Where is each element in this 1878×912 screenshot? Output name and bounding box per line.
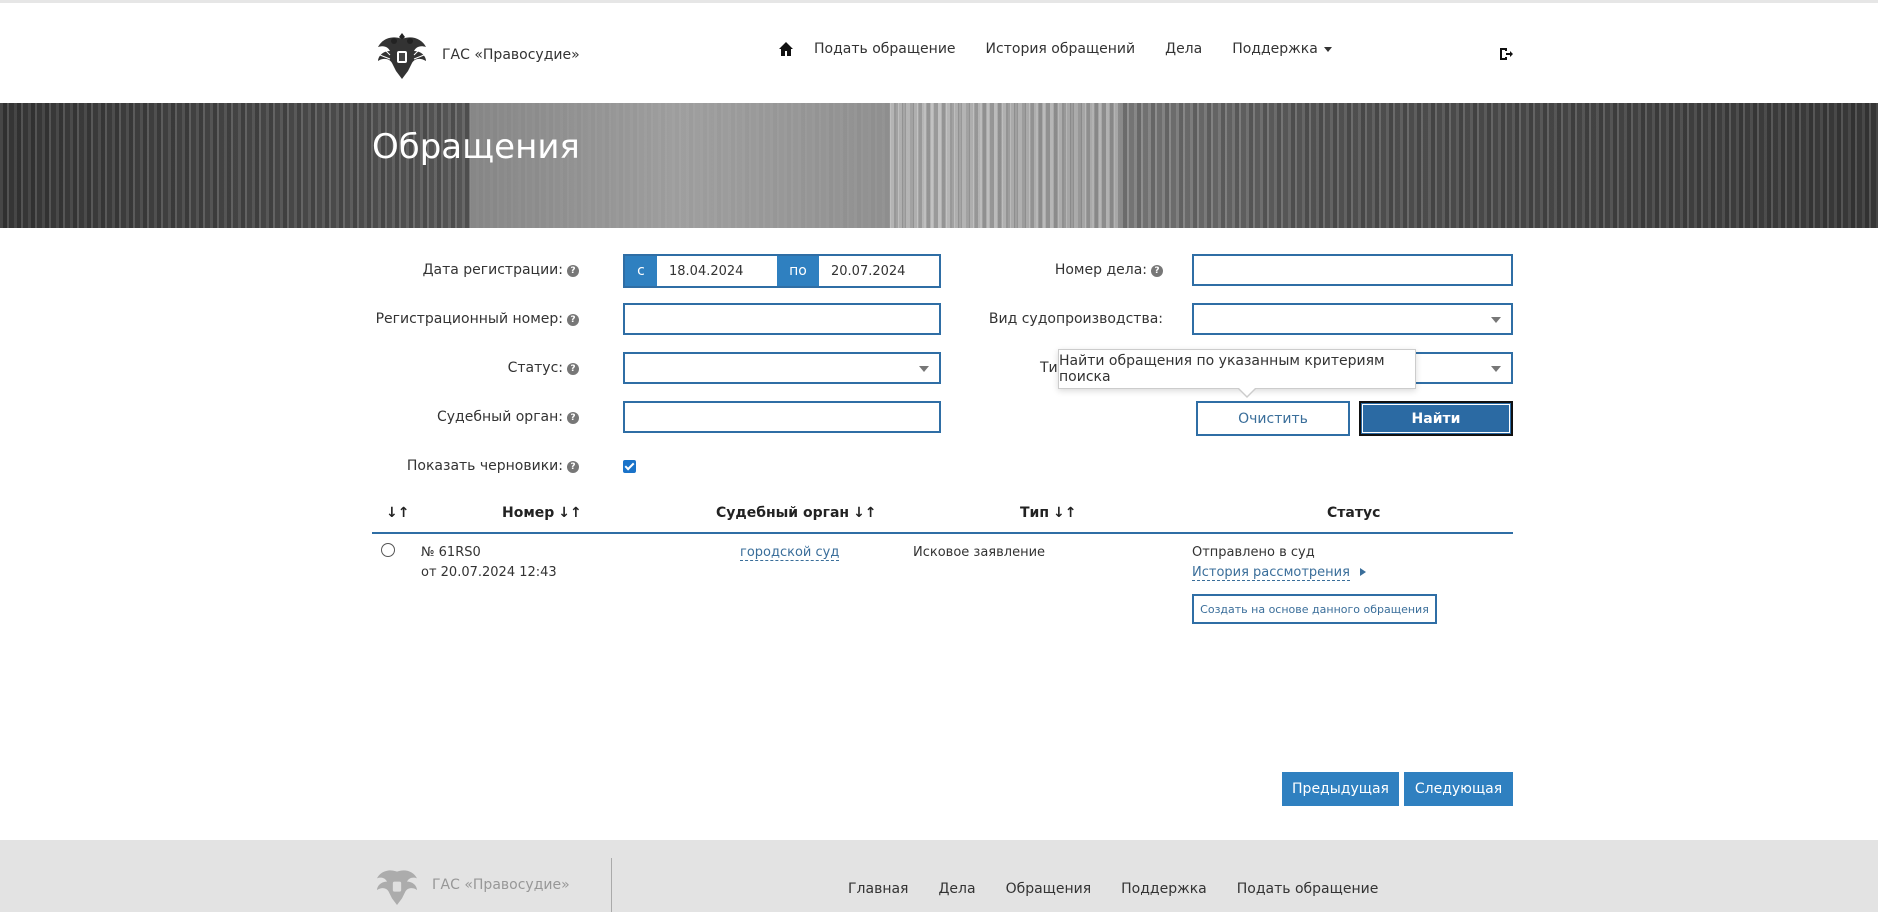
help-icon[interactable]: ?	[567, 314, 579, 326]
create-from-appeal-button[interactable]: Создать на основе данного обращения	[1192, 594, 1437, 624]
banner-image-detail	[890, 103, 1120, 228]
row-date: от 20.07.2024 12:43	[421, 565, 557, 580]
case-number-label: Номер дела:?	[1055, 262, 1163, 278]
footer-brand-title: ГАС «Правосудие»	[432, 877, 570, 893]
site-footer: ГАС «Правосудие» Главная Дела Обращения …	[0, 840, 1878, 912]
brand-title: ГАС «Правосудие»	[442, 47, 580, 63]
reg-number-input[interactable]	[623, 303, 941, 335]
nav-cases[interactable]: Дела	[1165, 41, 1202, 57]
th-type[interactable]: Тип ↓↑	[1020, 505, 1077, 521]
row-status: Отправлено в суд	[1192, 545, 1315, 560]
th-court[interactable]: Судебный орган ↓↑	[716, 505, 877, 521]
chevron-down-icon	[1491, 317, 1501, 323]
th-number[interactable]: Номер ↓↑	[502, 505, 582, 521]
sort-all-icon[interactable]: ↓↑	[386, 505, 409, 521]
date-to-prefix: по	[777, 256, 819, 286]
reg-number-label: Регистрационный номер:?	[376, 311, 579, 327]
footer-link-appeals[interactable]: Обращения	[1006, 881, 1092, 897]
help-icon[interactable]: ?	[567, 265, 579, 277]
sort-icon: ↓↑	[558, 505, 582, 521]
help-icon[interactable]: ?	[1151, 265, 1163, 277]
date-from-prefix: с	[625, 256, 657, 286]
reg-date-label: Дата регистрации:?	[423, 262, 579, 278]
clear-button[interactable]: Очистить	[1196, 401, 1350, 436]
status-select[interactable]	[623, 352, 941, 384]
status-label: Статус:?	[508, 360, 579, 376]
footer-brand[interactable]: ГАС «Правосудие»	[372, 860, 570, 910]
footer-nav: Главная Дела Обращения Поддержка Подать …	[848, 881, 1408, 897]
table-header-divider	[372, 532, 1513, 534]
footer-link-home[interactable]: Главная	[848, 881, 908, 897]
next-page-button[interactable]: Следующая	[1404, 772, 1513, 806]
proceeding-type-select[interactable]	[1192, 303, 1513, 335]
sort-icon: ↓↑	[1053, 505, 1077, 521]
reg-date-range: с 18.04.2024 по 20.07.2024	[623, 254, 941, 288]
tooltip-text: Найти обращения по указанным критериям п…	[1059, 353, 1385, 385]
sort-icon: ↓↑	[853, 505, 877, 521]
date-from-input[interactable]: 18.04.2024	[657, 256, 777, 286]
prev-page-button[interactable]: Предыдущая	[1282, 772, 1399, 806]
main-nav: Подать обращение История обращений Дела …	[778, 41, 1362, 57]
th-status: Статус	[1327, 505, 1381, 521]
proceeding-type-label: Вид судопроизводства:	[988, 311, 1163, 327]
chevron-down-icon	[1491, 366, 1501, 372]
footer-divider	[611, 858, 612, 912]
home-icon[interactable]	[778, 41, 794, 57]
court-input[interactable]	[623, 401, 941, 433]
chevron-down-icon	[919, 366, 929, 372]
show-drafts-checkbox[interactable]	[623, 460, 636, 473]
nav-appeal-history[interactable]: История обращений	[986, 41, 1136, 57]
footer-link-submit-appeal[interactable]: Подать обращение	[1237, 881, 1379, 897]
court-label: Судебный орган:?	[437, 409, 579, 425]
footer-link-cases[interactable]: Дела	[938, 881, 975, 897]
caret-right-icon	[1359, 568, 1366, 576]
site-header: ГАС «Правосудие» Подать обращение Истори…	[0, 3, 1878, 103]
logout-icon[interactable]	[1498, 46, 1514, 62]
help-icon[interactable]: ?	[567, 363, 579, 375]
row-type: Исковое заявление	[913, 545, 1046, 560]
find-tooltip: Найти обращения по указанным критериям п…	[1058, 349, 1416, 398]
page-title: Обращения	[372, 127, 580, 167]
coat-of-arms-icon	[378, 33, 426, 79]
row-select-radio[interactable]	[381, 543, 395, 557]
nav-support-dropdown[interactable]: Поддержка	[1232, 41, 1332, 57]
page-banner: Обращения	[0, 103, 1878, 228]
find-button[interactable]: Найти	[1359, 401, 1513, 436]
row-court-link[interactable]: городской суд	[740, 545, 840, 561]
drafts-label: Показать черновики:?	[407, 458, 579, 474]
case-number-input[interactable]	[1192, 254, 1513, 286]
brand[interactable]: ГАС «Правосудие»	[372, 25, 580, 85]
history-link[interactable]: История рассмотрения	[1192, 565, 1366, 581]
date-to-input[interactable]: 20.07.2024	[819, 256, 939, 286]
row-number: № 61RS0	[421, 545, 481, 560]
help-icon[interactable]: ?	[567, 461, 579, 473]
help-icon[interactable]: ?	[567, 412, 579, 424]
nav-submit-appeal[interactable]: Подать обращение	[814, 41, 956, 57]
coat-of-arms-icon	[377, 870, 417, 905]
footer-link-support[interactable]: Поддержка	[1121, 881, 1207, 897]
